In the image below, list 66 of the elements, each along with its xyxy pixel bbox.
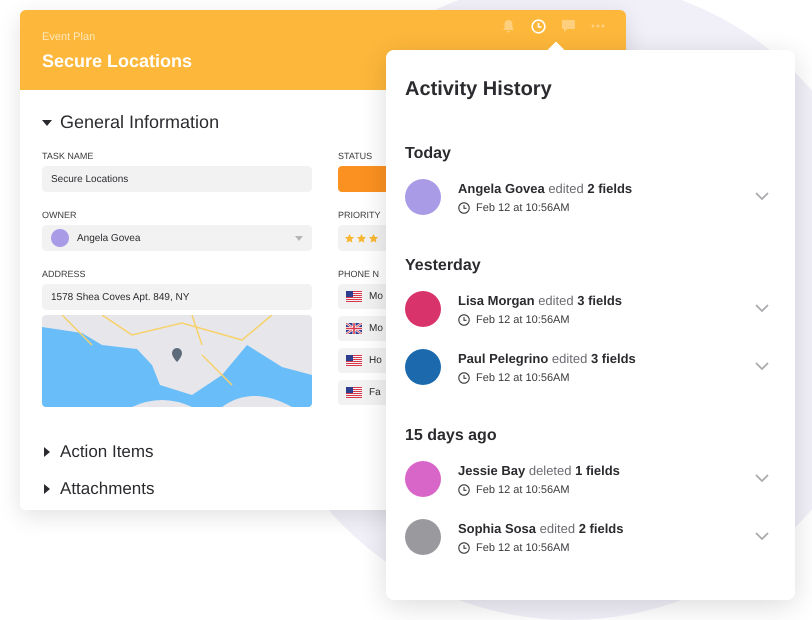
clock-icon	[458, 202, 470, 214]
chevron-down-icon	[755, 192, 769, 201]
bell-icon	[502, 19, 514, 33]
activity-time: Feb 12 at 10:56AM	[458, 314, 738, 326]
expand-button[interactable]	[755, 362, 769, 372]
phone-field[interactable]: Mo	[338, 284, 386, 309]
card-title: Secure Locations	[42, 51, 192, 72]
star-icon	[368, 232, 379, 244]
phone-field[interactable]: Fa	[338, 380, 386, 405]
clock-icon	[458, 372, 470, 384]
caret-down-icon	[42, 118, 52, 128]
activity-text: Sophia Sosa edited 2 fields	[458, 520, 624, 536]
chat-icon	[560, 19, 576, 33]
field-label: PHONE N	[338, 269, 380, 279]
chevron-down-icon	[755, 474, 769, 483]
status-field[interactable]	[338, 166, 386, 192]
field-label: ADDRESS	[42, 269, 87, 279]
chevron-down-icon	[755, 304, 769, 313]
field-label: PRIORITY	[338, 210, 382, 220]
group-heading: 15 days ago	[405, 427, 498, 445]
field-label: TASK NAME	[42, 151, 94, 161]
activity-text: Jessie Bay deleted 1 fields	[458, 462, 621, 478]
us-flag-icon	[346, 355, 362, 366]
more-icon	[591, 24, 605, 28]
group-heading: Today	[405, 145, 452, 163]
phone-field[interactable]: Mo	[338, 316, 386, 341]
star-rating[interactable]	[344, 232, 379, 244]
clock-icon	[458, 314, 470, 326]
chat-button[interactable]	[560, 18, 576, 34]
owner-select[interactable]: Angela Govea	[42, 225, 312, 251]
phone-field[interactable]: Ho	[338, 348, 386, 373]
star-icon	[356, 232, 367, 244]
clock-icon	[530, 18, 546, 34]
caret-right-icon	[42, 447, 52, 457]
activity-text: Lisa Morgan edited 3 fields	[458, 292, 624, 308]
task-name-field[interactable]: Secure Locations	[42, 166, 312, 192]
expand-button[interactable]	[755, 474, 769, 484]
field-label: STATUS	[338, 151, 374, 161]
caret-right-icon	[42, 484, 52, 494]
address-field[interactable]: 1578 Shea Coves Apt. 849, NY	[42, 284, 312, 310]
popover-title: Activity History	[405, 78, 553, 101]
priority-field[interactable]	[338, 225, 386, 251]
chevron-down-icon	[755, 532, 769, 541]
activity-time: Feb 12 at 10:56AM	[458, 202, 738, 214]
expand-button[interactable]	[755, 304, 769, 314]
caret-down-icon	[295, 236, 303, 240]
activity-time: Feb 12 at 10:56AM	[458, 484, 738, 496]
group-heading: Yesterday	[405, 257, 482, 275]
activity-text: Angela Govea edited 2 fields	[458, 180, 634, 196]
star-icon	[344, 232, 355, 244]
uk-flag-icon	[346, 323, 362, 334]
activity-time: Feb 12 at 10:56AM	[458, 372, 738, 384]
chevron-down-icon	[755, 362, 769, 371]
card-eyebrow: Event Plan	[42, 31, 96, 43]
activity-time: Feb 12 at 10:56AM	[458, 542, 738, 554]
clock-icon	[458, 542, 470, 554]
clock-button[interactable]	[530, 18, 546, 34]
us-flag-icon	[346, 291, 362, 302]
expand-button[interactable]	[755, 532, 769, 542]
avatar	[51, 229, 69, 247]
activity-text: Paul Pelegrino edited 3 fields	[458, 350, 637, 366]
field-label: OWNER	[42, 210, 78, 220]
expand-button[interactable]	[755, 192, 769, 202]
bell-button[interactable]	[500, 18, 516, 34]
clock-icon	[458, 484, 470, 496]
us-flag-icon	[346, 387, 362, 398]
